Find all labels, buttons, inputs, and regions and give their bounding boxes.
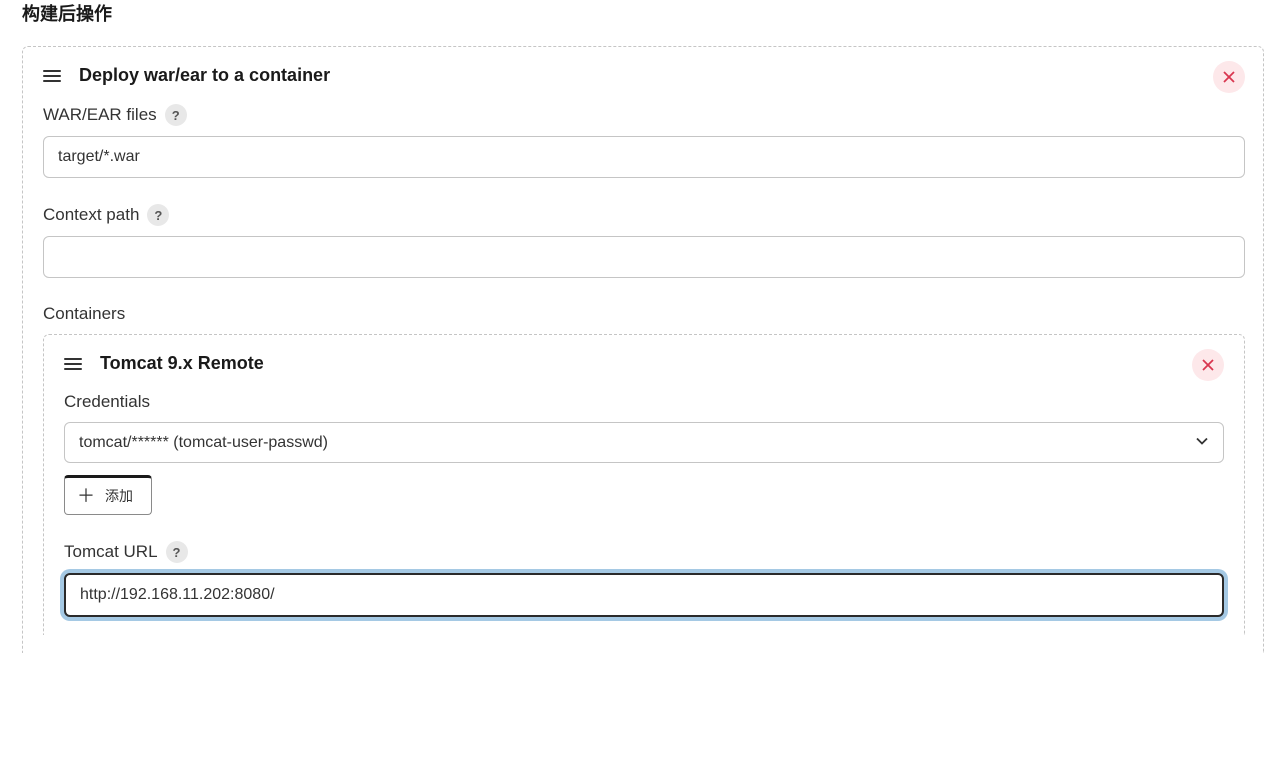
container-block: Tomcat 9.x Remote Credentials tomcat/***… xyxy=(43,334,1245,635)
help-icon[interactable]: ? xyxy=(165,104,187,126)
deploy-block-title: Deploy war/ear to a container xyxy=(79,65,330,86)
credentials-label: Credentials xyxy=(64,392,1224,412)
credentials-select[interactable]: tomcat/****** (tomcat-user-passwd) xyxy=(64,422,1224,463)
drag-handle-icon[interactable] xyxy=(43,68,61,84)
add-credentials-button[interactable]: ＋ 添加 xyxy=(64,475,152,515)
drag-handle-icon[interactable] xyxy=(64,356,82,372)
war-ear-input[interactable] xyxy=(43,136,1245,178)
context-path-label: Context path xyxy=(43,205,139,225)
context-path-input[interactable] xyxy=(43,236,1245,278)
deploy-block-header: Deploy war/ear to a container xyxy=(43,65,1245,86)
close-icon xyxy=(1201,358,1215,372)
credentials-field: Credentials tomcat/****** (tomcat-user-p… xyxy=(64,392,1224,515)
container-block-title: Tomcat 9.x Remote xyxy=(100,353,264,374)
close-deploy-block-button[interactable] xyxy=(1213,61,1245,93)
containers-field: Containers Tomcat 9.x Remote Credentials… xyxy=(43,304,1245,635)
credentials-select-wrap: tomcat/****** (tomcat-user-passwd) xyxy=(64,422,1224,463)
close-icon xyxy=(1222,70,1236,84)
tomcat-url-label-row: Tomcat URL ? xyxy=(64,541,1224,563)
tomcat-url-label: Tomcat URL xyxy=(64,542,158,562)
add-button-label: 添加 xyxy=(105,486,133,506)
section-title: 构建后操作 xyxy=(0,0,1264,46)
war-ear-label-row: WAR/EAR files ? xyxy=(43,104,1245,126)
containers-label: Containers xyxy=(43,304,1245,324)
help-icon[interactable]: ? xyxy=(166,541,188,563)
plus-icon: ＋ xyxy=(77,487,95,505)
context-path-field: Context path ? xyxy=(43,204,1245,278)
war-ear-label: WAR/EAR files xyxy=(43,105,157,125)
deploy-block: Deploy war/ear to a container WAR/EAR fi… xyxy=(22,46,1264,653)
close-container-block-button[interactable] xyxy=(1192,349,1224,381)
tomcat-url-field: Tomcat URL ? xyxy=(64,541,1224,617)
tomcat-url-input[interactable] xyxy=(64,573,1224,617)
help-icon[interactable]: ? xyxy=(147,204,169,226)
container-block-header: Tomcat 9.x Remote xyxy=(64,353,1224,374)
war-ear-field: WAR/EAR files ? xyxy=(43,104,1245,178)
context-path-label-row: Context path ? xyxy=(43,204,1245,226)
